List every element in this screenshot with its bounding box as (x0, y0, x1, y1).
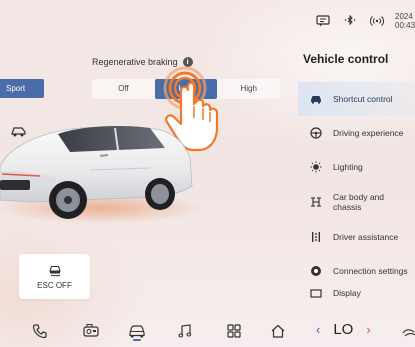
apps-icon[interactable] (222, 319, 246, 343)
assist-icon (310, 231, 322, 243)
clock: 2024 00:43 (395, 12, 415, 30)
clock-date: 2024 (395, 12, 413, 21)
menu-item-car-body-chassis[interactable]: Car body and chassis (298, 184, 415, 220)
menu-item-label: Display (333, 288, 361, 298)
home-icon[interactable] (266, 319, 290, 343)
esc-off-label: ESC OFF (37, 281, 72, 290)
drive-mode-sport-button[interactable]: Sport (0, 79, 44, 98)
menu-item-label: Car body and chassis (333, 192, 385, 212)
clock-time: 00:43 (395, 21, 415, 30)
active-dock-indicator (133, 339, 141, 341)
status-bar: 2024 00:43 (312, 8, 415, 34)
menu-item-driver-assistance[interactable]: Driver assistance (298, 220, 415, 254)
bluetooth-icon[interactable] (339, 10, 361, 32)
temperature-control: ‹ LO › (316, 316, 371, 342)
vehicle-control-menu: Shortcut control Driving experience Ligh… (298, 82, 415, 302)
menu-item-label: Driver assistance (333, 232, 399, 242)
display-icon (310, 288, 322, 300)
steering-wheel-icon (310, 127, 322, 139)
vehicle-control-title: Vehicle control (303, 52, 389, 66)
menu-item-driving-experience[interactable]: Driving experience (298, 116, 415, 150)
car-icon (310, 93, 322, 105)
regen-option-off[interactable]: Off (92, 79, 155, 99)
signal-icon[interactable] (366, 10, 388, 32)
regen-option-high[interactable]: High (217, 79, 280, 99)
menu-item-shortcut-control[interactable]: Shortcut control (298, 82, 415, 116)
temp-decrease-icon[interactable]: ‹ (316, 322, 320, 337)
fan-icon[interactable] (398, 319, 415, 343)
dashcam-icon[interactable] (79, 319, 103, 343)
menu-item-label: Lighting (333, 162, 363, 172)
menu-item-connection-settings[interactable]: Connection settings (298, 254, 415, 288)
menu-item-label: Connection settings (333, 266, 408, 276)
menu-item-label: Driving experience (333, 128, 404, 138)
vehicle-illustration (0, 126, 200, 224)
esc-off-button[interactable]: ESC OFF (19, 254, 90, 299)
menu-item-label: Shortcut control (333, 94, 393, 104)
temperature-value: LO (333, 320, 354, 338)
menu-item-lighting[interactable]: Lighting (298, 150, 415, 184)
music-icon[interactable] (173, 319, 197, 343)
phone-icon[interactable] (28, 319, 52, 343)
light-icon (310, 161, 322, 173)
esc-off-icon (48, 265, 61, 277)
temp-increase-icon[interactable]: › (366, 322, 370, 337)
menu-item-display[interactable]: Display (298, 288, 415, 302)
connection-icon (310, 265, 322, 277)
chassis-icon (310, 196, 322, 208)
message-icon[interactable] (312, 10, 334, 32)
